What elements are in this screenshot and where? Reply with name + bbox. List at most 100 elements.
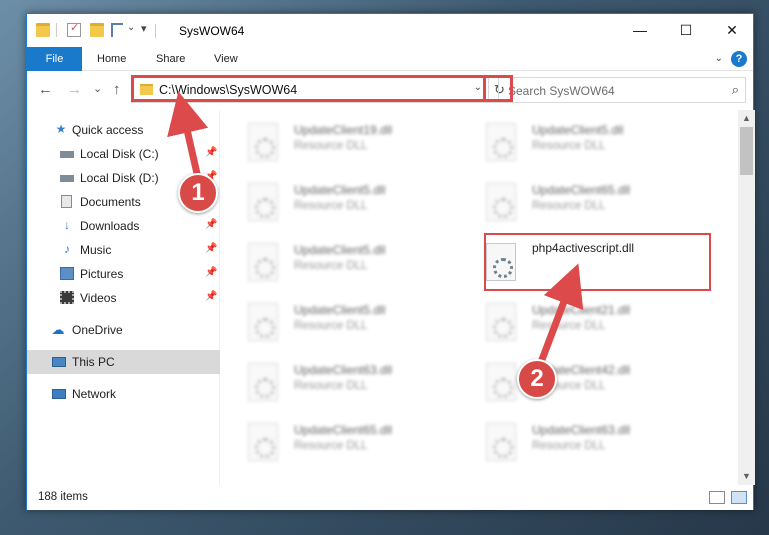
sidebar-item-label: Pictures (80, 267, 124, 281)
quick-access-dropdown-icon[interactable]: ▾ (141, 22, 147, 35)
sidebar-item-local-disk-c[interactable]: Local Disk (C:) 📌 (27, 142, 220, 166)
dll-file-icon (248, 183, 278, 221)
file-type: Resource DLL (294, 200, 368, 212)
tab-view[interactable]: View (214, 47, 238, 71)
file-name: UpdateClient21.dll (532, 303, 631, 317)
file-type: Resource DLL (294, 260, 368, 272)
tab-share[interactable]: Share (156, 47, 185, 71)
dll-file-icon (248, 423, 278, 461)
tab-home[interactable]: Home (97, 47, 126, 71)
search-box[interactable]: Search SysWOW64 ⌕ (498, 77, 746, 103)
minimize-button[interactable]: — (617, 14, 663, 46)
file-type: Resource DLL (294, 320, 368, 332)
file-item[interactable]: UpdateClient21.dll Resource DLL (460, 295, 690, 353)
sidebar-item-music[interactable]: ♪ Music 📌 (27, 238, 220, 262)
separator (155, 24, 156, 38)
chevron-down-icon[interactable]: ⌄ (127, 22, 135, 33)
file-item[interactable]: UpdateClient65.dll Resource DLL (222, 415, 452, 473)
window-title: SysWOW64 (179, 24, 245, 38)
file-type: Resource DLL (532, 200, 606, 212)
sidebar-item-quick-access[interactable]: ★ Quick access (27, 118, 220, 142)
file-name: UpdateClient65.dll (532, 183, 631, 197)
properties-icon[interactable]: ✓ (67, 22, 81, 37)
sidebar-item-label: Music (80, 243, 112, 257)
sidebar-item-this-pc[interactable]: This PC (27, 350, 220, 374)
file-item[interactable]: UpdateClient63.dll Resource DLL (460, 415, 690, 473)
navigation-pane: ★ Quick access Local Disk (C:) 📌 Local D… (27, 110, 220, 485)
cloud-icon: ☁ (51, 322, 65, 337)
help-icon[interactable]: ? (731, 51, 747, 67)
file-type: Resource DLL (532, 320, 606, 332)
sidebar-item-label: Network (72, 387, 117, 401)
dll-file-icon (486, 303, 516, 341)
search-input[interactable]: Search SysWOW64 (508, 84, 615, 98)
sidebar-item-pictures[interactable]: Pictures 📌 (27, 262, 220, 286)
file-name: UpdateClient63.dll (532, 423, 631, 437)
file-name: UpdateClient5.dll (294, 183, 386, 197)
back-button[interactable]: ← (38, 81, 53, 98)
customize-icon[interactable] (111, 23, 123, 37)
up-button[interactable]: ↑ (113, 81, 121, 98)
sidebar-item-network[interactable]: Network (27, 382, 220, 406)
file-explorer-window: ✓ ⌄ ▾ SysWOW64 — ☐ ✕ File Home Share Vie… (26, 13, 755, 510)
title-bar: ✓ ⌄ ▾ SysWOW64 — ☐ ✕ (27, 14, 753, 47)
sidebar-item-label: OneDrive (72, 323, 123, 337)
pin-icon: 📌 (205, 267, 218, 278)
large-icons-view-icon[interactable] (731, 491, 747, 504)
drive-icon (60, 175, 74, 182)
sidebar-item-onedrive[interactable]: ☁ OneDrive (27, 318, 220, 342)
download-icon: ↓ (64, 218, 70, 232)
maximize-button[interactable]: ☐ (663, 14, 709, 46)
close-button[interactable]: ✕ (709, 14, 755, 46)
folder-icon (36, 23, 50, 37)
pictures-icon (60, 267, 74, 280)
sidebar-item-label: Local Disk (C:) (80, 147, 159, 161)
dll-file-icon (486, 123, 516, 161)
network-icon (52, 389, 66, 399)
sidebar-item-downloads[interactable]: ↓ Downloads 📌 (27, 214, 220, 238)
file-item[interactable]: UpdateClient5.dll Resource DLL (222, 175, 452, 233)
dll-file-icon (486, 183, 516, 221)
scrollbar-thumb[interactable] (740, 127, 753, 175)
recent-locations-button[interactable]: ⌄ (93, 82, 102, 95)
file-item[interactable]: UpdateClient65.dll Resource DLL (460, 175, 690, 233)
file-item[interactable]: UpdateClient5.dll Resource DLL (460, 115, 690, 173)
scroll-down-icon[interactable]: ▼ (738, 468, 755, 485)
file-item[interactable]: UpdateClient5.dll Resource DLL (222, 295, 452, 353)
sidebar-item-videos[interactable]: Videos 📌 (27, 286, 220, 310)
step-1-badge: 1 (178, 173, 218, 213)
dll-file-icon (248, 363, 278, 401)
scroll-up-icon[interactable]: ▲ (738, 110, 755, 127)
file-type: Resource DLL (532, 140, 606, 152)
sidebar-item-label: Documents (80, 195, 141, 209)
pin-icon: 📌 (205, 147, 218, 158)
file-item[interactable]: UpdateClient19.dll Resource DLL (222, 115, 452, 173)
music-icon: ♪ (64, 242, 70, 256)
new-folder-icon[interactable] (90, 23, 104, 37)
file-name: UpdateClient63.dll (294, 363, 393, 377)
file-item[interactable]: UpdateClient42.dll Resource DLL (460, 355, 690, 413)
sidebar-item-label: This PC (72, 355, 115, 369)
forward-button[interactable]: → (67, 81, 82, 98)
address-highlight-box (131, 75, 486, 102)
file-list: UpdateClient19.dll Resource DLL UpdateCl… (222, 110, 738, 485)
pin-icon: 📌 (205, 243, 218, 254)
sidebar-item-label: Local Disk (D:) (80, 171, 159, 185)
separator (56, 23, 57, 37)
file-type: Resource DLL (294, 440, 368, 452)
file-item[interactable]: UpdateClient63.dll Resource DLL (222, 355, 452, 413)
file-item[interactable]: UpdateClient5.dll Resource DLL (222, 235, 452, 293)
step-2-badge: 2 (517, 359, 557, 399)
dll-file-icon (248, 243, 278, 281)
pin-icon: 📌 (205, 291, 218, 302)
search-icon: ⌕ (731, 82, 739, 97)
vertical-scrollbar[interactable]: ▲ ▼ (738, 110, 755, 485)
item-count: 188 items (38, 491, 88, 503)
file-type: Resource DLL (532, 440, 606, 452)
dll-file-icon (486, 423, 516, 461)
refresh-highlight-box (485, 75, 513, 102)
expand-ribbon-icon[interactable]: ⌄ (715, 53, 723, 64)
file-type: Resource DLL (294, 140, 368, 152)
tab-file[interactable]: File (27, 47, 82, 71)
details-view-icon[interactable] (709, 491, 725, 504)
